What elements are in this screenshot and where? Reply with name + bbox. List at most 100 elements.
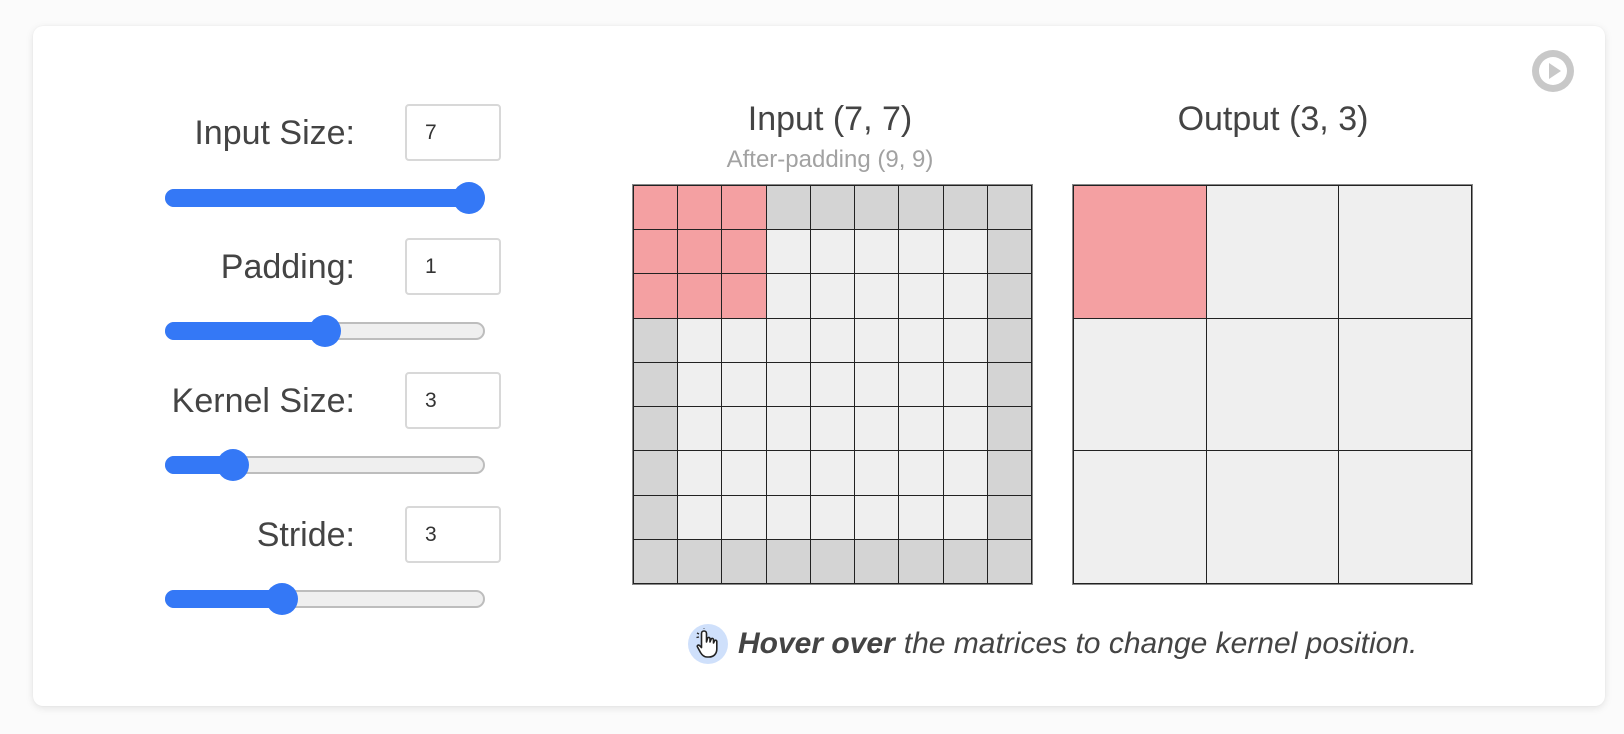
input-cell[interactable] (766, 407, 810, 451)
input-cell[interactable] (855, 230, 899, 274)
input-cell[interactable] (678, 407, 722, 451)
input-cell[interactable] (766, 362, 810, 407)
kernel-cell[interactable] (678, 274, 722, 318)
padding-cell[interactable] (634, 407, 678, 451)
output-cell[interactable] (1074, 318, 1206, 451)
padding-field[interactable] (405, 238, 501, 295)
input-cell[interactable] (943, 362, 987, 407)
input-cell[interactable] (766, 318, 810, 362)
input-cell[interactable] (810, 274, 855, 318)
input-cell[interactable] (810, 362, 855, 407)
kernel-cell[interactable] (722, 230, 766, 274)
padding-cell[interactable] (855, 539, 899, 583)
padding-cell[interactable] (634, 362, 678, 407)
padding-cell[interactable] (987, 186, 1031, 230)
input-cell[interactable] (855, 451, 899, 495)
kernel-size-slider[interactable] (165, 449, 485, 481)
output-matrix[interactable] (1072, 184, 1473, 585)
input-cell[interactable] (810, 407, 855, 451)
padding-cell[interactable] (722, 539, 766, 583)
input-cell[interactable] (855, 495, 899, 539)
input-cell[interactable] (855, 362, 899, 407)
padding-cell[interactable] (899, 186, 943, 230)
kernel-cell[interactable] (634, 230, 678, 274)
input-cell[interactable] (899, 230, 943, 274)
input-cell[interactable] (766, 495, 810, 539)
padding-cell[interactable] (634, 451, 678, 495)
output-cell[interactable] (1339, 186, 1471, 318)
padding-cell[interactable] (987, 274, 1031, 318)
padding-cell[interactable] (899, 539, 943, 583)
padding-slider[interactable] (165, 315, 485, 347)
output-cell[interactable] (1339, 318, 1471, 451)
input-cell[interactable] (766, 451, 810, 495)
input-size-slider[interactable] (165, 182, 485, 214)
kernel-cell[interactable] (722, 274, 766, 318)
output-cell[interactable] (1206, 318, 1339, 451)
input-cell[interactable] (678, 362, 722, 407)
padding-cell[interactable] (987, 407, 1031, 451)
input-cell[interactable] (943, 407, 987, 451)
padding-cell[interactable] (766, 539, 810, 583)
input-cell[interactable] (810, 495, 855, 539)
input-cell[interactable] (766, 274, 810, 318)
kernel-cell[interactable] (722, 186, 766, 230)
padding-cell[interactable] (634, 495, 678, 539)
kernel-cell[interactable] (634, 186, 678, 230)
padding-cell[interactable] (943, 186, 987, 230)
input-cell[interactable] (678, 451, 722, 495)
input-cell[interactable] (943, 495, 987, 539)
padding-cell[interactable] (987, 318, 1031, 362)
input-cell[interactable] (855, 274, 899, 318)
input-cell[interactable] (855, 407, 899, 451)
padding-cell[interactable] (678, 539, 722, 583)
stride-slider[interactable] (165, 583, 485, 615)
input-cell[interactable] (899, 495, 943, 539)
output-cell[interactable] (1206, 186, 1339, 318)
input-cell[interactable] (899, 318, 943, 362)
input-cell[interactable] (943, 230, 987, 274)
input-cell[interactable] (722, 495, 766, 539)
input-cell[interactable] (722, 318, 766, 362)
input-cell[interactable] (722, 407, 766, 451)
kernel-size-field[interactable] (405, 372, 501, 429)
slider-thumb[interactable] (453, 182, 485, 214)
kernel-cell[interactable] (634, 274, 678, 318)
padding-cell[interactable] (855, 186, 899, 230)
padding-cell[interactable] (766, 186, 810, 230)
input-cell[interactable] (810, 451, 855, 495)
kernel-cell[interactable] (678, 230, 722, 274)
padding-cell[interactable] (987, 362, 1031, 407)
output-cell[interactable] (1074, 451, 1206, 583)
output-cell[interactable] (1339, 451, 1471, 583)
slider-thumb[interactable] (309, 315, 341, 347)
padding-cell[interactable] (634, 318, 678, 362)
input-cell[interactable] (855, 318, 899, 362)
padding-cell[interactable] (634, 539, 678, 583)
padding-cell[interactable] (987, 451, 1031, 495)
input-cell[interactable] (943, 274, 987, 318)
stride-field[interactable] (405, 506, 501, 563)
input-cell[interactable] (899, 274, 943, 318)
input-cell[interactable] (943, 451, 987, 495)
input-cell[interactable] (899, 407, 943, 451)
input-cell[interactable] (766, 230, 810, 274)
input-cell[interactable] (943, 318, 987, 362)
input-cell[interactable] (678, 495, 722, 539)
padding-cell[interactable] (810, 539, 855, 583)
input-cell[interactable] (722, 362, 766, 407)
play-button[interactable] (1532, 50, 1574, 92)
input-cell[interactable] (810, 318, 855, 362)
output-cell-active[interactable] (1074, 186, 1206, 318)
input-cell[interactable] (899, 451, 943, 495)
input-matrix[interactable] (632, 184, 1033, 585)
slider-thumb[interactable] (216, 449, 249, 481)
slider-thumb[interactable] (265, 583, 298, 615)
input-cell[interactable] (722, 451, 766, 495)
padding-cell[interactable] (943, 539, 987, 583)
padding-cell[interactable] (810, 186, 855, 230)
padding-cell[interactable] (987, 539, 1031, 583)
padding-cell[interactable] (987, 230, 1031, 274)
output-cell[interactable] (1206, 451, 1339, 583)
input-size-field[interactable] (405, 104, 501, 161)
